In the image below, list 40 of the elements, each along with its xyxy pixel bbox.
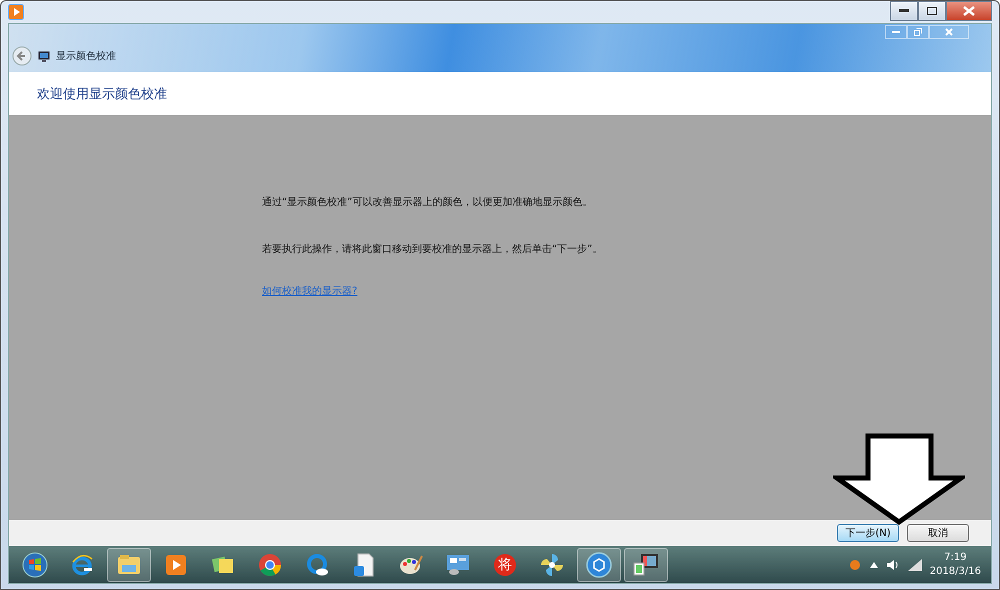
cloud-icon[interactable] <box>305 552 329 576</box>
maximize-button[interactable] <box>918 1 946 21</box>
minimize-icon <box>892 30 900 34</box>
volume-icon[interactable] <box>886 558 900 570</box>
browser-e-icon[interactable] <box>70 552 94 576</box>
instruction-text: 若要执行此操作，请将此窗口移动到要校准的显示器上，然后单击“下一步”。 <box>262 242 602 256</box>
restore-icon <box>914 28 922 36</box>
signal-icon[interactable] <box>908 558 922 570</box>
play-icon[interactable] <box>165 554 187 576</box>
document-icon[interactable] <box>353 552 375 576</box>
folder-icon[interactable] <box>117 554 141 576</box>
monitor-icon <box>38 50 50 62</box>
chrome-icon[interactable] <box>258 552 282 576</box>
close-button[interactable] <box>946 1 992 21</box>
app-icon[interactable]: 将 <box>494 554 516 576</box>
start-orb-icon[interactable] <box>22 552 48 578</box>
minimize-button[interactable] <box>890 1 918 21</box>
taskbar-button[interactable] <box>577 548 621 582</box>
pinwheel-icon[interactable] <box>540 552 564 576</box>
back-button[interactable] <box>12 46 32 66</box>
window-title: 显示颜色校准 <box>56 50 116 63</box>
instruction-text: 通过“显示颜色校准”可以改善显示器上的颜色，以便更加准确地显示颜色。 <box>262 196 592 209</box>
up-arrow-icon[interactable] <box>870 562 878 568</box>
notes-icon[interactable] <box>211 554 235 576</box>
cube-icon[interactable] <box>586 552 612 578</box>
clock-time[interactable]: 7:19 <box>944 550 967 564</box>
close-icon <box>945 28 953 36</box>
palette-icon[interactable] <box>399 554 423 576</box>
minimize-icon <box>899 9 909 13</box>
close-icon <box>963 6 975 16</box>
maximize-icon <box>927 7 937 15</box>
color-monitor-icon[interactable] <box>633 552 659 576</box>
clock-date[interactable]: 2018/3/16 <box>930 564 981 578</box>
control-panel-icon[interactable] <box>446 554 470 576</box>
next-button[interactable]: 下一步(N) <box>837 524 899 542</box>
cancel-button[interactable]: 取消 <box>907 524 969 542</box>
taskbar-button[interactable] <box>624 548 668 582</box>
play-icon <box>8 4 24 20</box>
taskbar-button[interactable]: 将 <box>483 548 527 582</box>
page-heading: 欢迎使用显示颜色校准 <box>37 86 167 102</box>
